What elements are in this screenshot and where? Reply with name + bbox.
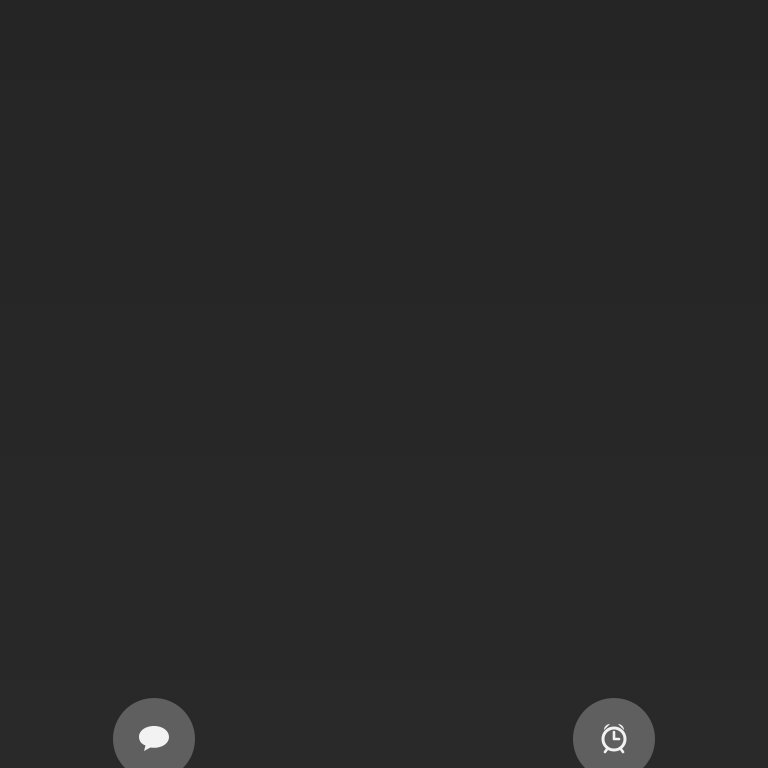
alarm-button[interactable] — [573, 698, 655, 768]
lock-screen — [0, 0, 768, 768]
messages-button[interactable] — [113, 698, 195, 768]
bottom-action-bar — [0, 698, 768, 768]
speech-bubble-icon — [139, 726, 169, 751]
alarm-clock-icon — [601, 724, 627, 754]
